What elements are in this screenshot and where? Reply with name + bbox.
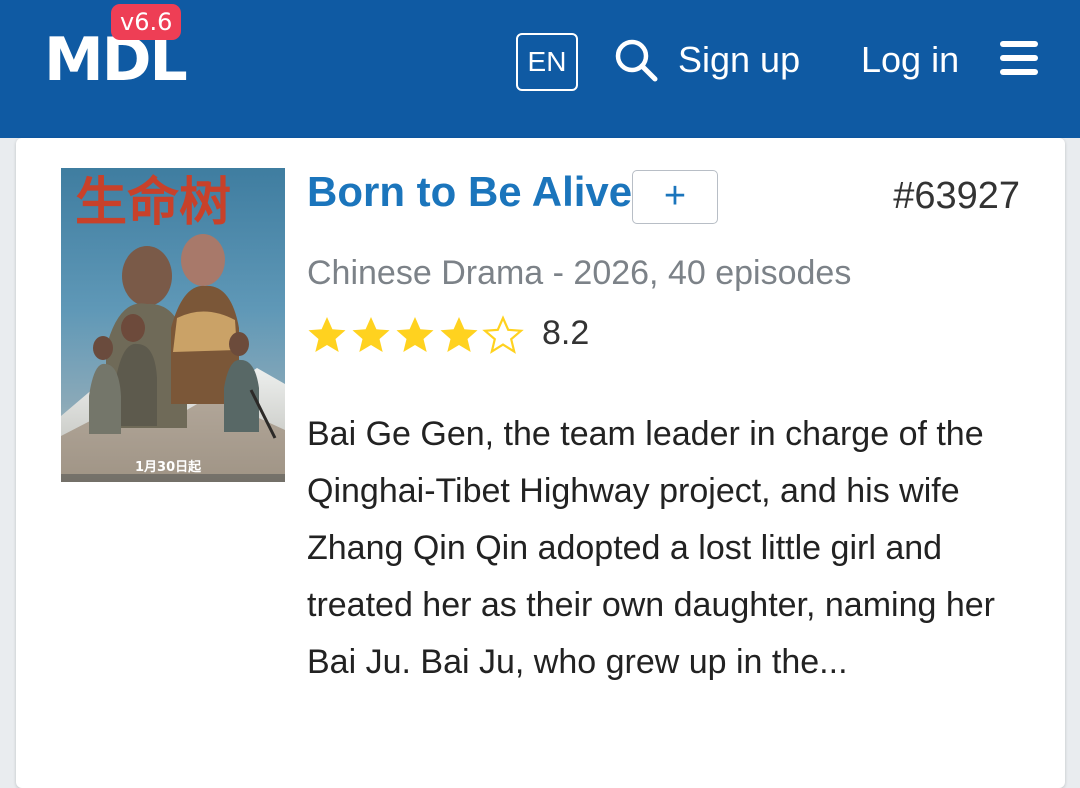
star-rating [307,314,527,358]
add-to-list-button[interactable]: + [632,170,718,224]
drama-synopsis: Bai Ge Gen, the team leader in charge of… [307,415,995,681]
top-navbar: MDL v6.6 EN Sign up Log in [0,0,1080,138]
svg-text:生命树: 生命树 [75,173,231,233]
search-icon[interactable] [612,36,660,84]
filled-star-icon [440,317,478,352]
filled-star-icon [308,317,346,352]
drama-poster[interactable]: 生命树 1月30日起 [61,168,285,482]
hamburger-menu-icon[interactable] [1000,40,1040,78]
login-link[interactable]: Log in [861,36,959,84]
signup-link[interactable]: Sign up [678,36,800,84]
rating-value: 8.2 [542,314,590,352]
drama-card: 生命树 1月30日起 Born to Be Alive + #63927 Chi… [16,138,1065,788]
language-button[interactable]: EN [516,33,578,91]
drama-subtitle: Chinese Drama - 2026, 40 episodes [307,254,852,292]
filled-star-icon [352,317,390,352]
drama-rank: #63927 [893,175,1020,217]
version-badge: v6.6 [111,4,182,40]
drama-title[interactable]: Born to Be Alive [307,164,632,220]
svg-text:1月30日起: 1月30日起 [135,459,202,475]
filled-star-icon [396,317,434,352]
empty-star-icon [482,315,524,354]
